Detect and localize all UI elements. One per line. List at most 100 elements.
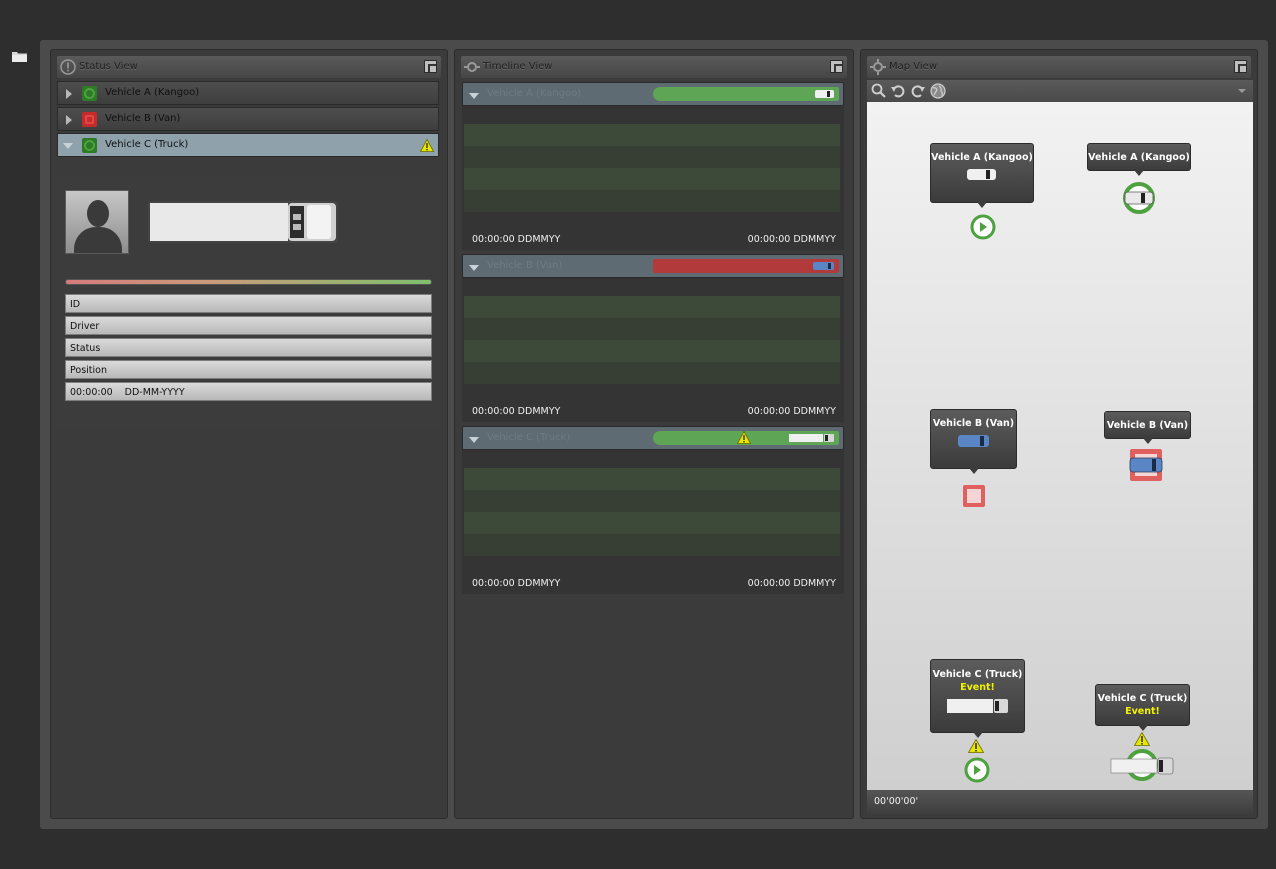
- timeline-track-header-b[interactable]: Vehicle B (Van): [462, 254, 844, 278]
- map-popup-vehicle-a-2[interactable]: Vehicle A (Kangoo): [1087, 143, 1191, 176]
- map-view-panel: Map View Vehicle A (Kangoo) Vehicle A (K…: [860, 49, 1258, 819]
- kangoo-icon: [967, 169, 996, 180]
- maximize-icon[interactable]: [830, 60, 843, 73]
- kangoo-icon: [815, 90, 834, 98]
- van-icon: [957, 435, 989, 447]
- folder-icon[interactable]: [12, 50, 27, 62]
- popup-label: Vehicle A (Kangoo): [1088, 152, 1190, 163]
- timeline-bar[interactable]: [653, 87, 839, 101]
- info-icon: [60, 59, 76, 75]
- popup-label: Vehicle B (Van): [1106, 420, 1189, 431]
- timeline-end-time: 00:00:00 DDMMYY: [747, 406, 836, 417]
- dropdown-icon[interactable]: [1238, 89, 1246, 93]
- vehicle-row-a[interactable]: Vehicle A (Kangoo): [57, 81, 439, 105]
- timeline-end-time: 00:00:00 DDMMYY: [747, 578, 836, 589]
- timeline-icon: [464, 62, 480, 72]
- timeline-track-body-b[interactable]: 00:00:00 DDMMYY 00:00:00 DDMMYY: [462, 278, 844, 422]
- status-ok-icon: [82, 138, 97, 153]
- event-label: Event!: [960, 682, 995, 693]
- van-map-marker[interactable]: [1129, 448, 1163, 482]
- timeline-track-body-a[interactable]: 00:00:00 DDMMYY 00:00:00 DDMMYY: [462, 106, 844, 250]
- vehicle-label: Vehicle C (Truck): [105, 139, 189, 150]
- maximize-icon[interactable]: [1234, 60, 1247, 73]
- map-popup-vehicle-a[interactable]: Vehicle A (Kangoo): [930, 143, 1034, 208]
- field-id: ID: [65, 294, 432, 313]
- field-datetime: 00:00:00 DD-MM-YYYY: [65, 382, 432, 401]
- field-position: Position: [65, 360, 432, 379]
- vehicle-label: Vehicle A (Kangoo): [105, 87, 200, 98]
- globe-icon[interactable]: [930, 83, 946, 99]
- timeline-track-body-c[interactable]: 00:00:00 DDMMYY 00:00:00 DDMMYY: [462, 450, 844, 594]
- map-popup-vehicle-b[interactable]: Vehicle B (Van): [930, 409, 1017, 474]
- popup-label: Vehicle B (Van): [932, 418, 1015, 429]
- field-status: Status: [65, 338, 432, 357]
- popup-label: Vehicle A (Kangoo): [931, 152, 1033, 163]
- status-view-header: Status View: [57, 56, 441, 78]
- map-canvas[interactable]: Vehicle A (Kangoo) Vehicle A (Kangoo) Ve…: [867, 102, 1253, 790]
- event-label: Event!: [1125, 706, 1160, 717]
- play-marker-icon[interactable]: [964, 757, 990, 783]
- map-time: 00'00'00': [874, 796, 919, 807]
- map-toolbar: [867, 80, 1253, 102]
- panel-title: Timeline View: [483, 61, 553, 72]
- time-value: 00:00:00: [70, 387, 113, 398]
- timeline-bar[interactable]: [653, 259, 839, 273]
- timeline-start-time: 00:00:00 DDMMYY: [472, 578, 561, 589]
- health-bar: [65, 279, 432, 285]
- warning-icon[interactable]: [1134, 732, 1150, 746]
- vehicle-row-b[interactable]: Vehicle B (Van): [57, 107, 439, 131]
- timeline-start-time: 00:00:00 DDMMYY: [472, 234, 561, 245]
- panel-title: Status View: [79, 61, 138, 72]
- main-frame: Status View Vehicle A (Kangoo) Vehicle B…: [40, 40, 1268, 829]
- vehicle-detail: ID Driver Status Position 00:00:00 DD-MM-…: [57, 176, 439, 430]
- track-name: Vehicle C (Truck): [487, 432, 571, 443]
- truck-image: [148, 201, 338, 243]
- kangoo-map-marker[interactable]: [1121, 182, 1157, 214]
- truck-icon: [789, 434, 834, 442]
- collapse-arrow-icon[interactable]: [63, 143, 73, 149]
- zoom-icon[interactable]: [871, 83, 887, 99]
- redo-icon[interactable]: [910, 83, 926, 99]
- expand-arrow-icon[interactable]: [66, 115, 72, 125]
- map-status-bar: 00'00'00': [867, 790, 1253, 814]
- stop-marker-icon[interactable]: [962, 484, 986, 508]
- undo-icon[interactable]: [890, 83, 906, 99]
- map-view-header: Map View: [867, 56, 1251, 78]
- warning-icon: [420, 139, 434, 152]
- driver-avatar: [65, 190, 129, 254]
- popup-label: Vehicle C (Truck): [1097, 693, 1188, 704]
- collapse-arrow-icon[interactable]: [469, 265, 479, 271]
- timeline-view-header: Timeline View: [461, 56, 847, 78]
- map-popup-vehicle-c[interactable]: Vehicle C (Truck) Event!: [930, 659, 1025, 738]
- status-ok-icon: [82, 86, 97, 101]
- vehicle-label: Vehicle B (Van): [105, 113, 181, 124]
- truck-icon: [946, 699, 1008, 713]
- popup-label: Vehicle C (Truck): [932, 669, 1023, 680]
- timeline-track-header-a[interactable]: Vehicle A (Kangoo): [462, 82, 844, 106]
- date-value: DD-MM-YYYY: [124, 387, 185, 398]
- vehicle-row-c[interactable]: Vehicle C (Truck): [57, 133, 439, 157]
- timeline-start-time: 00:00:00 DDMMYY: [472, 406, 561, 417]
- timeline-bar[interactable]: [653, 431, 839, 445]
- truck-map-marker[interactable]: [1109, 747, 1175, 781]
- panel-title: Map View: [889, 61, 938, 72]
- warning-icon[interactable]: [968, 739, 984, 753]
- map-popup-vehicle-c-2[interactable]: Vehicle C (Truck) Event!: [1095, 684, 1190, 731]
- expand-arrow-icon[interactable]: [66, 89, 72, 99]
- collapse-arrow-icon[interactable]: [469, 437, 479, 443]
- track-name: Vehicle A (Kangoo): [487, 88, 582, 99]
- track-name: Vehicle B (Van): [487, 260, 563, 271]
- timeline-track-header-c[interactable]: Vehicle C (Truck): [462, 426, 844, 450]
- warning-icon[interactable]: [737, 431, 751, 444]
- field-driver: Driver: [65, 316, 432, 335]
- play-marker-icon[interactable]: [970, 214, 996, 240]
- van-icon: [813, 262, 834, 270]
- map-icon: [870, 59, 886, 75]
- collapse-arrow-icon[interactable]: [469, 93, 479, 99]
- status-view-panel: Status View Vehicle A (Kangoo) Vehicle B…: [50, 49, 448, 819]
- timeline-end-time: 00:00:00 DDMMYY: [747, 234, 836, 245]
- status-alert-icon: [82, 112, 97, 127]
- maximize-icon[interactable]: [424, 60, 437, 73]
- timeline-view-panel: Timeline View Vehicle A (Kangoo) 00:00:0…: [454, 49, 854, 819]
- map-popup-vehicle-b-2[interactable]: Vehicle B (Van): [1104, 411, 1191, 444]
